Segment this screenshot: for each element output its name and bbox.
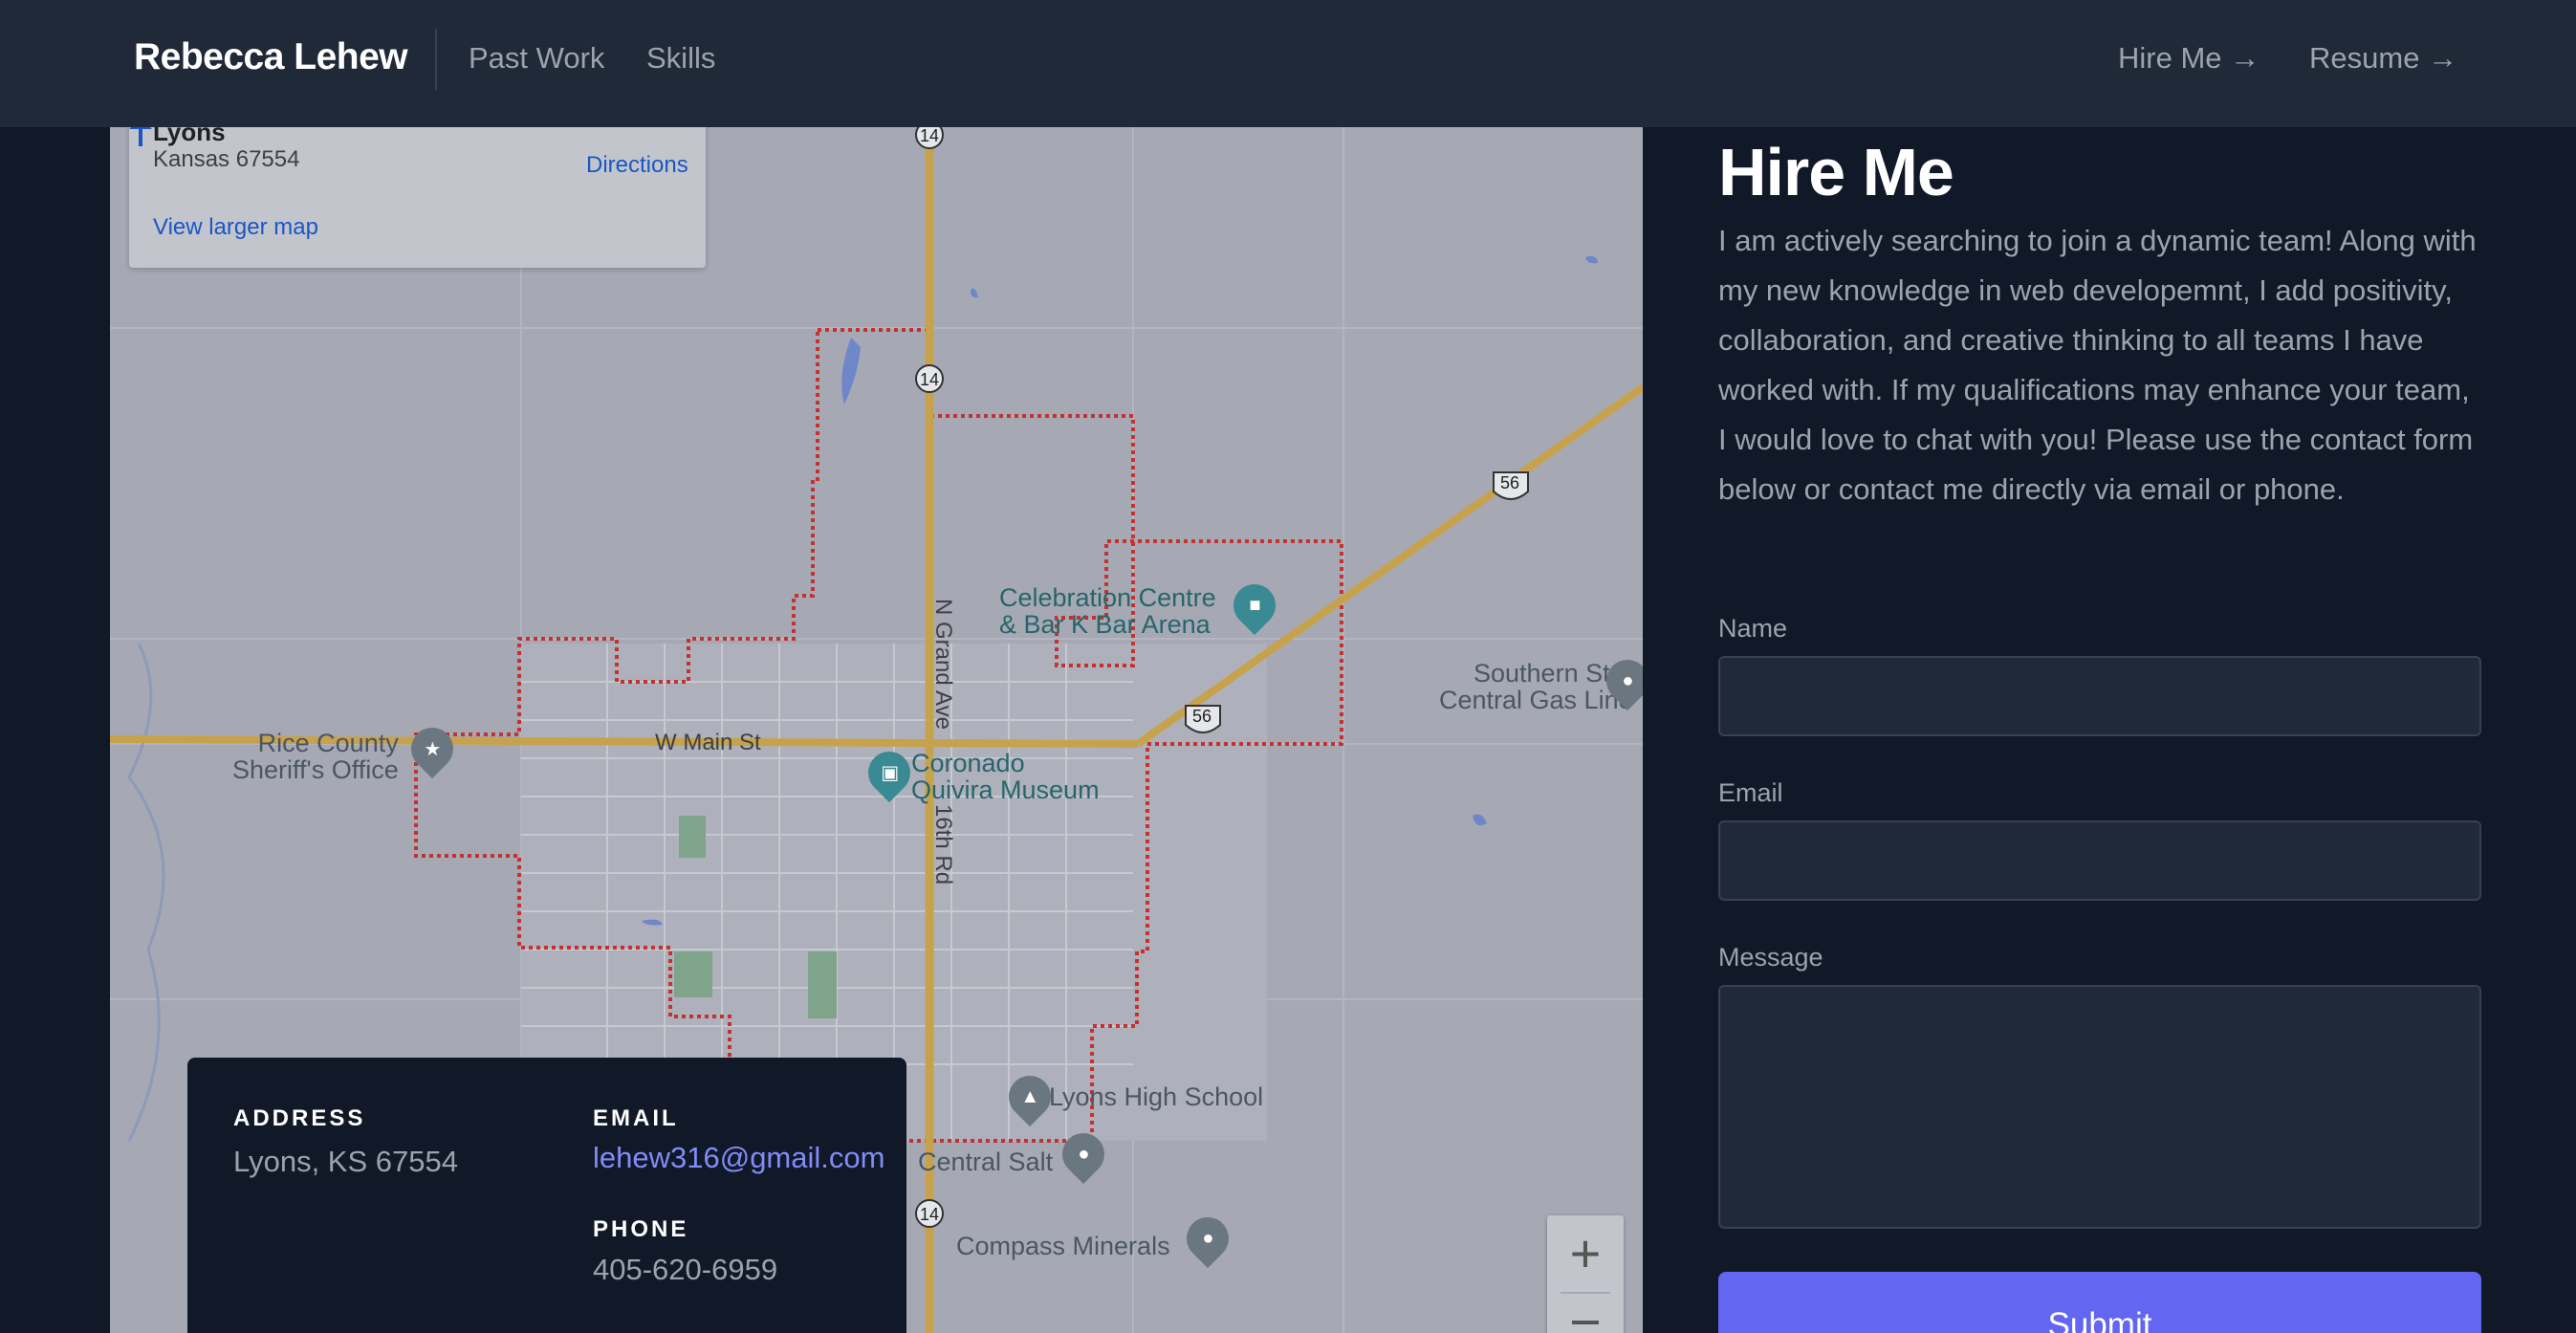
map-place-title: Lyons [153, 127, 226, 146]
central-salt-label: Central Salt [918, 1147, 1054, 1176]
email-input[interactable] [1718, 820, 2481, 901]
hwy14-label-c: 14 [920, 1205, 940, 1224]
hwy56-label-b: 56 [1192, 707, 1212, 726]
phone-label: PHONE [593, 1216, 689, 1242]
zoom-divider [1561, 1292, 1610, 1294]
message-textarea[interactable] [1718, 985, 2481, 1229]
high-school-label: Lyons High School [1049, 1082, 1264, 1111]
address-value: Lyons, KS 67554 [233, 1145, 458, 1178]
hwy14-label-b: 14 [920, 370, 940, 389]
view-larger-map-link[interactable]: View larger map [153, 214, 318, 241]
celebration-centre-label: Celebration Centre & Bar K Bar Arena [999, 583, 1216, 639]
map-place-address: Kansas 67554 [153, 146, 300, 172]
compass-minerals-label: Compass Minerals [956, 1232, 1170, 1260]
hire-me-description: I am actively searching to join a dynami… [1718, 224, 2477, 506]
email-label: EMAIL [593, 1105, 679, 1131]
nav-skills[interactable]: Skills [646, 41, 715, 76]
coronado-museum-label: Coronado Quivira Museum [911, 749, 1100, 804]
hwy14-label-a: 14 [920, 127, 940, 145]
name-input[interactable] [1718, 656, 2481, 736]
submit-button[interactable]: Submit [1718, 1272, 2481, 1333]
zoom-in-button[interactable]: + [1547, 1215, 1624, 1292]
nav-divider [435, 29, 437, 90]
directions-link[interactable]: Directions [586, 152, 688, 179]
nav-hire-me[interactable]: Hire Me → [2118, 41, 2259, 76]
zoom-control: + [1547, 1215, 1624, 1333]
brand-logo[interactable]: Rebecca Lehew [134, 36, 408, 78]
top-nav: Rebecca Lehew Past Work Skills Hire Me →… [0, 0, 2576, 127]
address-label: ADDRESS [233, 1105, 366, 1131]
hwy56-label-a: 56 [1500, 473, 1520, 492]
name-field-label: Name [1718, 614, 1788, 643]
16th-rd-label: 16th Rd [930, 804, 956, 885]
email-link[interactable]: lehew316@gmail.com [593, 1141, 884, 1175]
nav-past-work[interactable]: Past Work [469, 41, 604, 76]
grand-ave-label: N Grand Ave [930, 599, 956, 730]
nav-resume[interactable]: Resume → [2309, 41, 2457, 76]
hire-me-heading: Hire Me [1718, 135, 1954, 209]
zoom-out-button[interactable] [1572, 1321, 1599, 1324]
southern-star-label: Southern Star Central Gas Line [1439, 659, 1633, 714]
message-field-label: Message [1718, 943, 1823, 972]
directions-icon[interactable] [129, 127, 152, 146]
sheriff-office-label: Rice County Sheriff's Office [232, 729, 399, 784]
contact-info-card: ADDRESS Lyons, KS 67554 EMAIL lehew316@g… [187, 1058, 906, 1333]
phone-value: 405-620-6959 [593, 1253, 778, 1286]
email-field-label: Email [1718, 778, 1783, 807]
map-place-card: Lyons Kansas 67554 Directions View large… [129, 127, 706, 268]
main-st-label: W Main St [655, 730, 761, 755]
